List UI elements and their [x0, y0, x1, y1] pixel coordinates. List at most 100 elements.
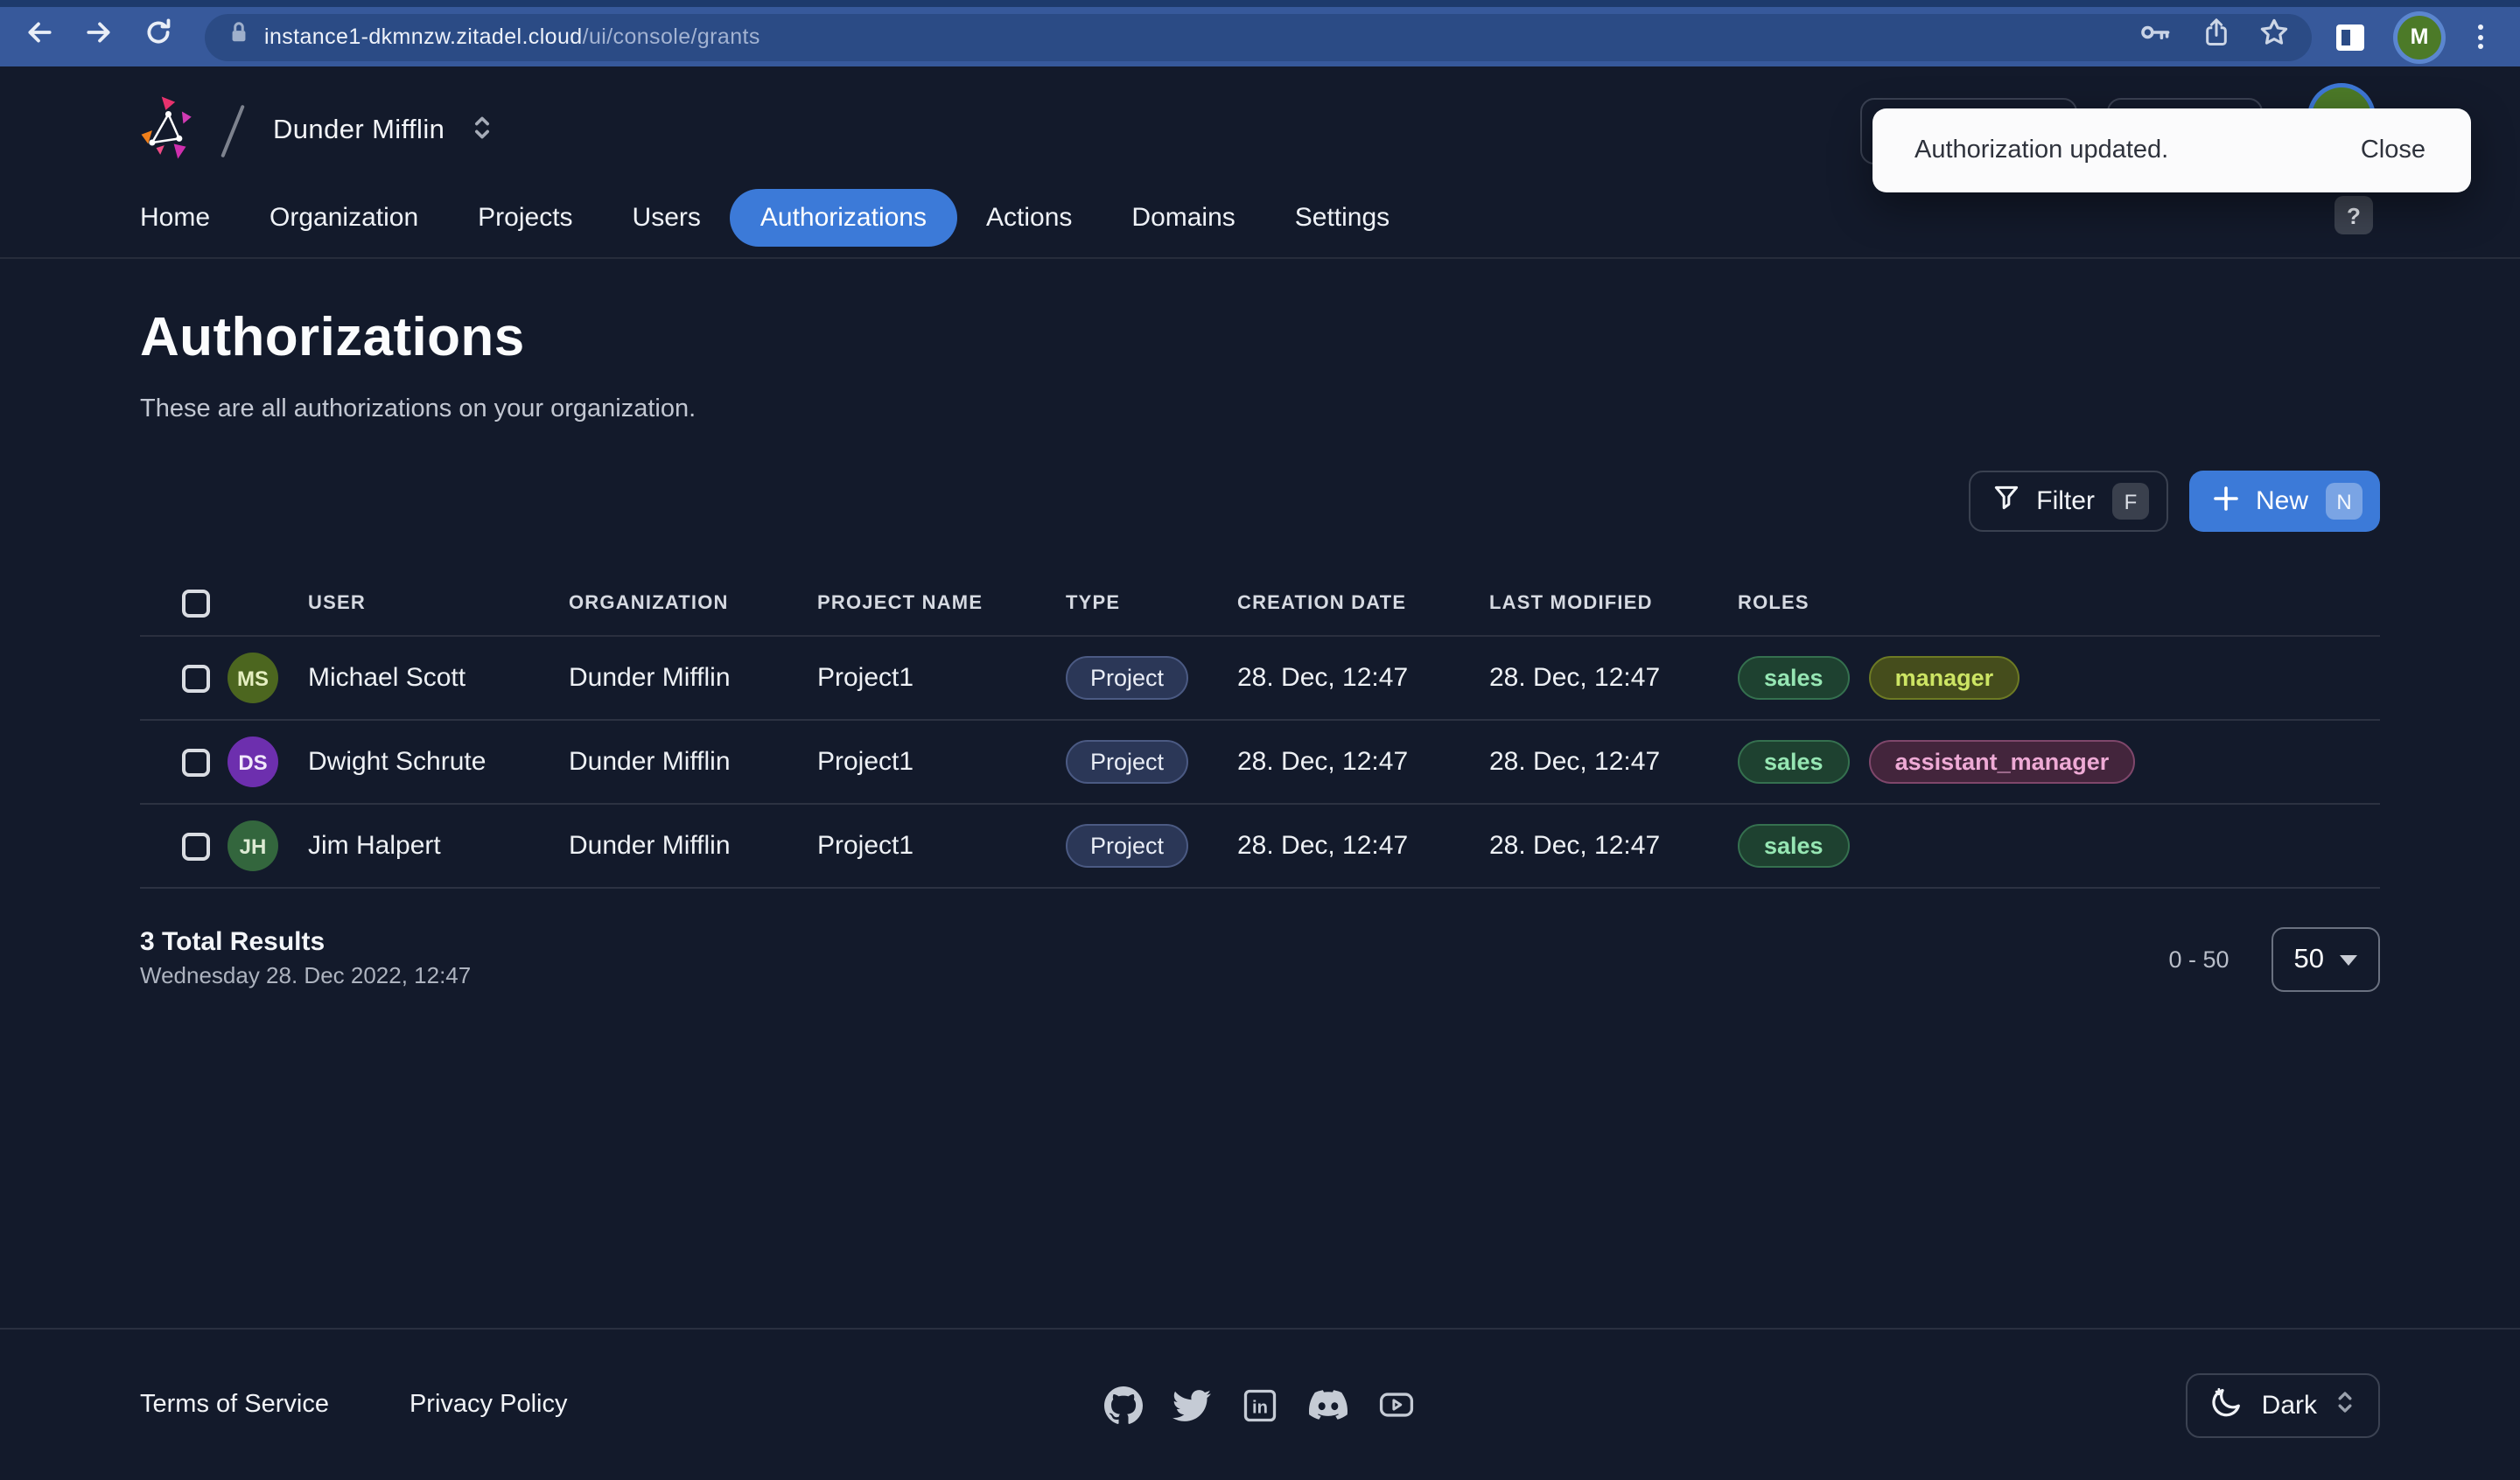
browser-profile-avatar[interactable]: M — [2398, 15, 2441, 59]
page-footer: Terms of Service Privacy Policy in Dark — [0, 1328, 2520, 1480]
tab-authorizations[interactable]: Authorizations — [730, 189, 956, 247]
last-modified: 28. Dec, 12:47 — [1489, 663, 1661, 693]
screen: instance1-dkmnzw.zitadel.cloud/ui/consol… — [0, 0, 2520, 1480]
table-row[interactable]: JH Jim Halpert Dunder Mifflin Project1 P… — [140, 805, 2380, 889]
tab-users[interactable]: Users — [603, 189, 731, 247]
role-badge[interactable]: sales — [1738, 740, 1850, 784]
svg-text:in: in — [1252, 1397, 1268, 1416]
theme-selector[interactable]: Dark — [2186, 1372, 2380, 1437]
main-content: Authorizations These are all authorizati… — [0, 259, 2520, 992]
organization-name: Dunder Mifflin — [569, 747, 731, 777]
type-badge: Project — [1066, 656, 1189, 700]
page-description: These are all authorizations on your org… — [140, 395, 696, 423]
filter-shortcut-badge: F — [2111, 483, 2149, 520]
refresh-icon[interactable] — [144, 17, 173, 56]
column-user: USER — [308, 592, 366, 613]
back-icon[interactable] — [24, 17, 54, 56]
results-timestamp: Wednesday 28. Dec 2022, 12:47 — [140, 962, 472, 988]
chevron-down-icon — [2340, 954, 2357, 965]
creation-date: 28. Dec, 12:47 — [1237, 663, 1409, 693]
org-name[interactable]: Dunder Mifflin — [273, 115, 444, 147]
creation-date: 28. Dec, 12:47 — [1237, 747, 1409, 777]
type-badge: Project — [1066, 824, 1189, 868]
toast-notification: Authorization updated. Close — [1872, 108, 2471, 192]
organization-name: Dunder Mifflin — [569, 663, 731, 693]
filter-icon — [1992, 485, 2019, 518]
avatar: MS — [228, 653, 278, 703]
role-badge[interactable]: sales — [1738, 656, 1850, 700]
column-organization: ORGANIZATION — [569, 592, 729, 613]
row-checkbox[interactable] — [182, 832, 210, 860]
plus-icon — [2214, 485, 2238, 517]
new-shortcut-badge: N — [2326, 483, 2362, 520]
authorizations-table: USER ORGANIZATION PROJECT NAME TYPE CREA… — [140, 570, 2380, 889]
toast-message: Authorization updated. — [1914, 136, 2169, 164]
browser-menu-icon[interactable] — [2474, 20, 2487, 52]
row-checkbox[interactable] — [182, 748, 210, 776]
row-checkbox[interactable] — [182, 664, 210, 692]
page-size-select[interactable]: 50 — [2271, 927, 2380, 992]
lock-icon — [228, 19, 250, 54]
filter-label: Filter — [2036, 486, 2095, 516]
help-button[interactable]: ? — [2334, 196, 2373, 234]
last-modified: 28. Dec, 12:47 — [1489, 831, 1661, 861]
column-project-name: PROJECT NAME — [817, 592, 984, 613]
side-panel-icon[interactable] — [2336, 24, 2364, 50]
theme-label: Dark — [2261, 1390, 2317, 1420]
page-range: 0 - 50 — [2168, 946, 2230, 973]
column-roles: ROLES — [1738, 592, 1810, 613]
user-name: Jim Halpert — [308, 831, 441, 861]
tab-domains[interactable]: Domains — [1102, 189, 1264, 247]
column-last-modified: LAST MODIFIED — [1489, 592, 1653, 613]
total-results: 3 Total Results — [140, 927, 326, 957]
avatar: DS — [228, 737, 278, 787]
page-size-value: 50 — [2293, 944, 2325, 974]
last-modified: 28. Dec, 12:47 — [1489, 747, 1661, 777]
twitter-icon[interactable] — [1172, 1386, 1211, 1424]
address-bar[interactable]: instance1-dkmnzw.zitadel.cloud/ui/consol… — [205, 13, 2312, 60]
moon-icon — [2211, 1385, 2244, 1425]
linkedin-icon[interactable]: in — [1241, 1386, 1279, 1424]
bookmark-star-icon[interactable] — [2259, 17, 2289, 56]
column-type: TYPE — [1066, 592, 1121, 613]
terms-of-service-link[interactable]: Terms of Service — [140, 1391, 329, 1419]
filter-button[interactable]: Filter F — [1968, 471, 2168, 532]
role-badge[interactable]: manager — [1868, 656, 2020, 700]
github-icon[interactable] — [1104, 1386, 1143, 1424]
project-name: Project1 — [817, 663, 914, 693]
youtube-icon[interactable] — [1377, 1386, 1416, 1424]
column-creation-date: CREATION DATE — [1237, 592, 1407, 613]
organization-name: Dunder Mifflin — [569, 831, 731, 861]
url-text: instance1-dkmnzw.zitadel.cloud/ui/consol… — [264, 24, 760, 49]
discord-icon[interactable] — [1309, 1386, 1348, 1424]
zitadel-logo-icon[interactable] — [140, 94, 200, 169]
select-all-checkbox[interactable] — [182, 589, 210, 617]
new-button[interactable]: New N — [2188, 471, 2380, 532]
tab-actions[interactable]: Actions — [956, 189, 1102, 247]
toast-close-button[interactable]: Close — [2361, 136, 2426, 164]
user-name: Dwight Schrute — [308, 747, 486, 777]
tab-home[interactable]: Home — [110, 189, 240, 247]
share-icon[interactable] — [2203, 17, 2230, 56]
page-title: Authorizations — [140, 306, 525, 367]
table-row[interactable]: MS Michael Scott Dunder Mifflin Project1… — [140, 637, 2380, 721]
key-icon[interactable] — [2140, 21, 2174, 52]
breadcrumb-separator — [220, 104, 245, 158]
role-badge[interactable]: sales — [1738, 824, 1850, 868]
tab-settings[interactable]: Settings — [1265, 189, 1419, 247]
tab-organization[interactable]: Organization — [240, 189, 448, 247]
avatar: JH — [228, 820, 278, 871]
table-header-row: USER ORGANIZATION PROJECT NAME TYPE CREA… — [140, 570, 2380, 637]
creation-date: 28. Dec, 12:47 — [1237, 831, 1409, 861]
project-name: Project1 — [817, 747, 914, 777]
privacy-policy-link[interactable]: Privacy Policy — [410, 1391, 568, 1419]
org-switcher-icon[interactable] — [444, 113, 494, 150]
browser-chrome: instance1-dkmnzw.zitadel.cloud/ui/consol… — [0, 0, 2520, 66]
pagination: 0 - 50 50 — [2168, 927, 2380, 992]
tab-projects[interactable]: Projects — [448, 189, 602, 247]
table-row[interactable]: DS Dwight Schrute Dunder Mifflin Project… — [140, 721, 2380, 805]
forward-icon[interactable] — [84, 17, 114, 56]
theme-switcher-icon — [2334, 1388, 2356, 1421]
role-badge[interactable]: assistant_manager — [1868, 740, 2136, 784]
project-name: Project1 — [817, 831, 914, 861]
